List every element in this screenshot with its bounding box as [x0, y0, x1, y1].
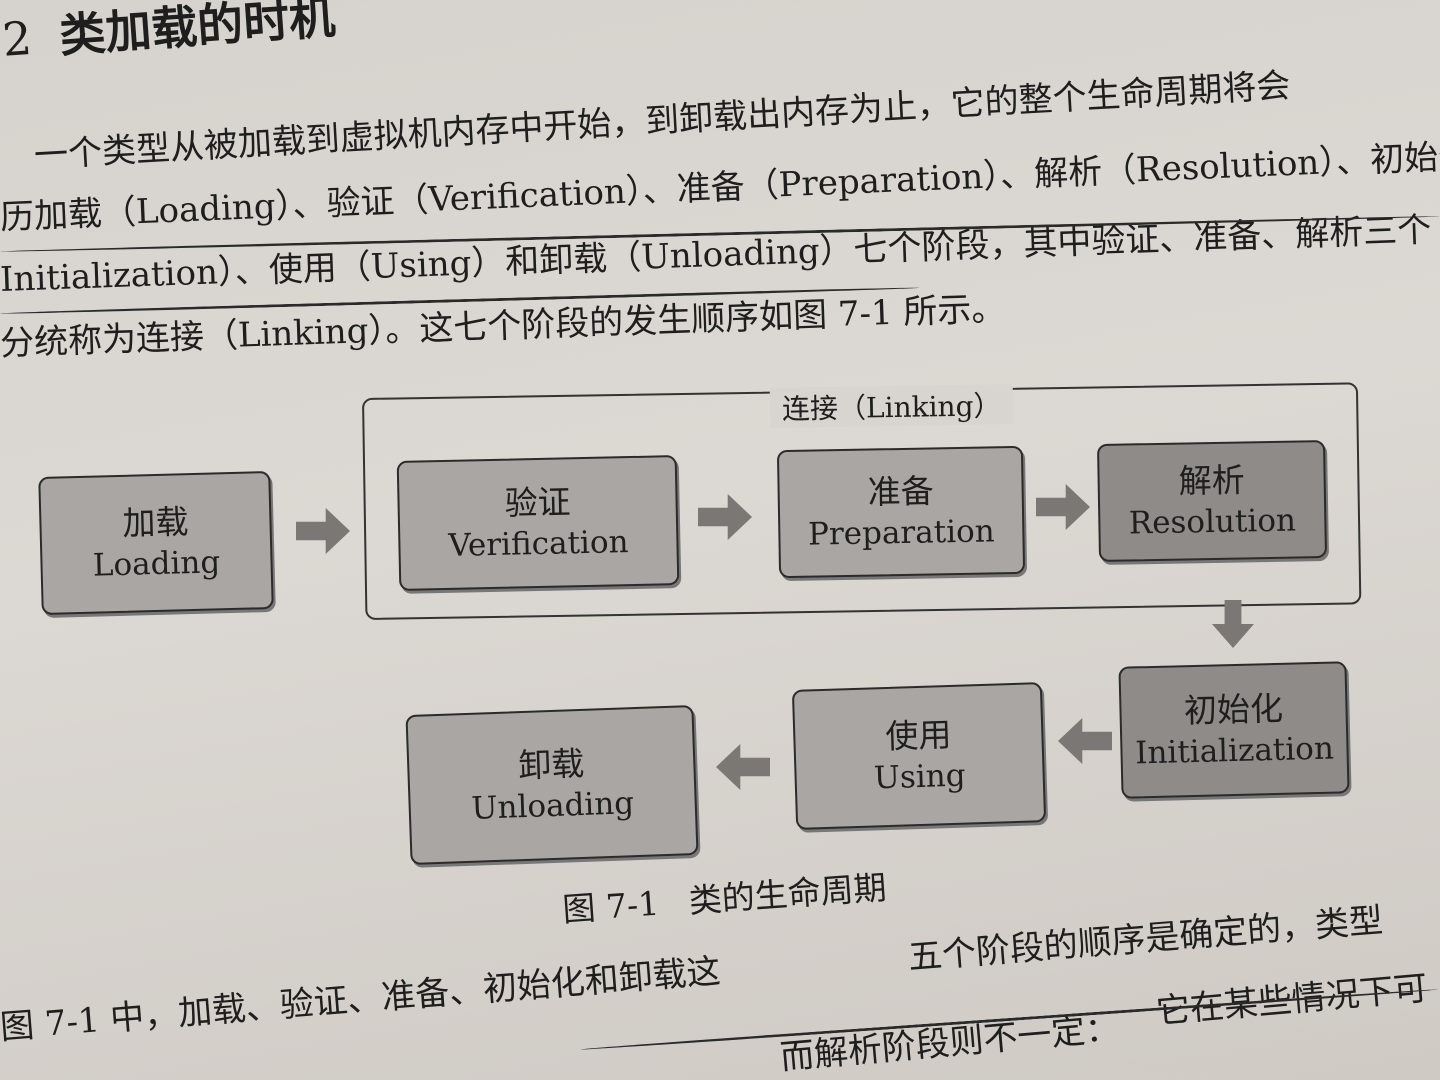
paragraph2-line-1: 图 7-1 中，加载、验证、准备、初始化和卸载这 [0, 951, 722, 1048]
stage-resolution-cn: 解析 [1178, 460, 1245, 501]
paragraph2-line-fragment-2: 它在某些情况下可 [1154, 968, 1430, 1032]
stage-preparation-en: Preparation [807, 513, 995, 553]
figure-number: 图 7-1 [561, 883, 661, 930]
stage-unloading: 卸载 Unloading [405, 705, 699, 865]
section-title: 类加载的时机 [57, 0, 337, 63]
stage-using-cn: 使用 [884, 714, 952, 757]
arrow-down-icon [1212, 600, 1254, 648]
stage-loading-en: Loading [92, 544, 221, 584]
arrow-left-icon [1058, 718, 1112, 764]
stage-preparation: 准备 Preparation [776, 445, 1026, 579]
arrow-right-icon [296, 508, 350, 554]
arrow-left-icon [716, 744, 770, 790]
book-page: 2 类加载的时机 一个类型从被加载到虚拟机内存中开始，到卸载出内存为止，它的整个生… [0, 0, 1440, 1080]
stage-using: 使用 Using [791, 682, 1047, 830]
stage-initialization: 初始化 Initialization [1118, 661, 1350, 799]
stage-initialization-en: Initialization [1134, 730, 1335, 772]
stage-verification-en: Verification [448, 524, 629, 564]
linking-group-label: 连接（Linking） [769, 384, 1014, 428]
figure-caption: 图 7-1 类的生命周期 [561, 861, 888, 932]
stage-verification-cn: 验证 [504, 482, 571, 523]
stage-resolution: 解析 Resolution [1096, 440, 1328, 562]
section-number: 2 [0, 10, 34, 67]
stage-verification: 验证 Verification [396, 455, 680, 591]
stage-resolution-en: Resolution [1128, 502, 1297, 542]
paragraph2-line-2: 而解析阶段则不一定： [778, 1008, 1121, 1078]
stage-unloading-cn: 卸载 [517, 743, 585, 786]
paragraph2-line-fragment-1: 五个阶段的顺序是确定的，类型 [906, 900, 1385, 978]
stage-loading-cn: 加载 [121, 502, 189, 543]
stage-using-en: Using [873, 757, 967, 797]
section-heading: 2 类加载的时机 [0, 0, 337, 70]
stage-preparation-cn: 准备 [867, 471, 934, 512]
stage-unloading-en: Unloading [470, 785, 635, 827]
stage-loading: 加载 Loading [38, 470, 274, 616]
figure-title: 类的生命周期 [687, 867, 888, 921]
stage-initialization-cn: 初始化 [1183, 688, 1284, 731]
